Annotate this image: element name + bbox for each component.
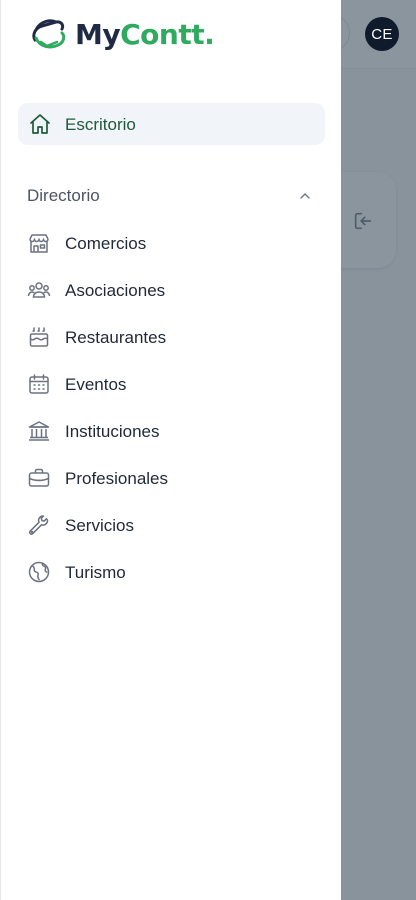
nav-item-instituciones[interactable]: Instituciones [27,414,317,448]
nav-item-label: Eventos [65,375,127,394]
building-columns-icon [27,419,51,443]
nav-item-label: Profesionales [65,469,169,488]
mycontt-logo[interactable]: MyContt. [29,14,215,54]
nav-item-restaurantes[interactable]: Restaurantes [27,320,317,354]
nav-item-label: Escritorio [65,115,136,134]
logo-mark-icon [29,14,69,54]
directorio-section-toggle[interactable]: Directorio [27,186,317,208]
nav-item-label: Turismo [65,563,126,582]
wrench-icon [27,513,51,537]
store-icon [27,231,51,255]
users-icon [27,278,51,302]
nav-item-eventos[interactable]: Eventos [27,367,317,401]
avatar[interactable]: CE [365,17,399,51]
nav-item-label: Servicios [65,516,134,535]
logo-wordmark: MyContt. [75,17,215,51]
section-title: Directorio [27,186,100,205]
calendar-icon [27,372,51,396]
nav-item-escritorio[interactable]: Escritorio [18,103,325,145]
nav-item-profesionales[interactable]: Profesionales [27,461,317,495]
chevron-up-icon [297,188,313,204]
nav-item-label: Asociaciones [65,281,166,300]
home-icon [28,112,52,136]
briefcase-icon [27,466,51,490]
nav-item-turismo[interactable]: Turismo [27,555,317,589]
cake-icon [27,325,51,349]
nav-item-label: Comercios [65,234,147,253]
nav-item-label: Restaurantes [65,328,167,347]
navigation-drawer: MyContt. Escritorio Directorio Comercios… [0,0,341,900]
nav-item-asociaciones[interactable]: Asociaciones [27,273,317,307]
nav-item-comercios[interactable]: Comercios [27,226,317,260]
nav-item-servicios[interactable]: Servicios [27,508,317,542]
nav-item-label: Instituciones [65,422,160,441]
globe-icon [27,560,51,584]
